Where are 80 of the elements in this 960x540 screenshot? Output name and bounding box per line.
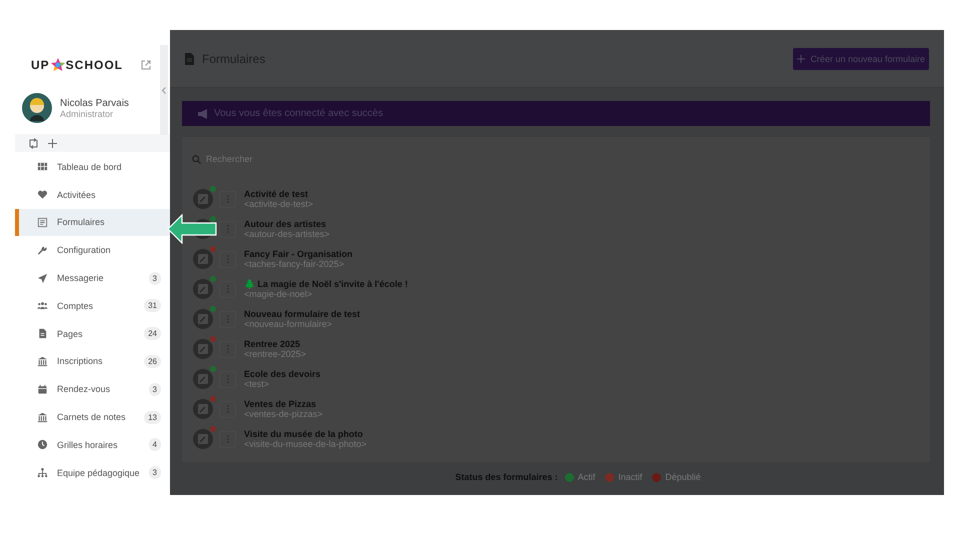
edit-form-icon bbox=[192, 308, 214, 330]
nav-label: Equipe pédagogique bbox=[56, 468, 140, 478]
more-options-button[interactable] bbox=[219, 280, 236, 298]
more-options-button[interactable] bbox=[219, 430, 236, 448]
logo-text: UP bbox=[31, 58, 50, 72]
user-role: Administrator bbox=[60, 108, 114, 118]
document-icon bbox=[37, 328, 48, 340]
count-badge: 3 bbox=[148, 466, 161, 480]
avatar bbox=[22, 93, 52, 123]
nav-label: Comptes bbox=[57, 300, 94, 311]
nav-item[interactable]: Formulaires bbox=[15, 208, 170, 236]
plus-icon[interactable] bbox=[48, 138, 57, 148]
clock-icon bbox=[37, 439, 48, 450]
count-badge: 31 bbox=[144, 299, 161, 312]
nav-item[interactable]: Rendez-vous 3 bbox=[15, 375, 170, 404]
nav-item[interactable]: Pages 24 bbox=[15, 320, 170, 348]
nav-item[interactable]: Equipe pédagogique 3 bbox=[15, 458, 170, 487]
paper-plane-icon bbox=[37, 272, 48, 284]
heart-icon bbox=[37, 189, 48, 200]
more-options-button[interactable] bbox=[219, 190, 236, 208]
nav-label: Tableau de bord bbox=[57, 162, 123, 172]
more-options-button[interactable] bbox=[219, 250, 236, 268]
count-badge: 26 bbox=[144, 354, 161, 368]
nav-label: Pages bbox=[57, 328, 84, 339]
chevron-left-icon bbox=[162, 86, 166, 94]
arrow-annotation bbox=[167, 214, 217, 244]
nav-item[interactable]: Inscriptions 26 bbox=[15, 348, 170, 376]
edit-form-icon bbox=[192, 398, 214, 420]
edit-form-icon bbox=[192, 188, 214, 210]
logo-text: SCHOOL bbox=[66, 58, 124, 72]
edit-form-icon bbox=[192, 428, 214, 450]
nav-item[interactable]: Configuration bbox=[15, 236, 170, 264]
edit-form-icon bbox=[192, 338, 214, 360]
count-badge: 24 bbox=[144, 327, 161, 340]
search-icon bbox=[192, 154, 201, 164]
document-icon bbox=[185, 52, 194, 64]
collapse-tab[interactable] bbox=[160, 45, 168, 135]
more-options-button[interactable] bbox=[219, 370, 236, 388]
edit-form-icon bbox=[192, 278, 214, 300]
grid-icon bbox=[37, 161, 48, 172]
hierarchy-icon bbox=[37, 467, 48, 478]
count-badge: 4 bbox=[148, 438, 161, 452]
more-options-button[interactable] bbox=[219, 340, 236, 358]
nav-item[interactable]: Carnets de notes 13 bbox=[15, 403, 170, 431]
star-logo-icon bbox=[50, 58, 65, 72]
nav-label: Rendez-vous bbox=[57, 384, 112, 394]
nav-item[interactable]: Activitées bbox=[15, 180, 170, 209]
legend-text: Inactif bbox=[618, 472, 642, 482]
nav-label: Carnets de notes bbox=[57, 412, 127, 422]
nav-item[interactable]: Tableau de bord bbox=[15, 153, 170, 181]
wrench-icon bbox=[37, 244, 48, 256]
users-icon bbox=[37, 300, 48, 312]
nav-label: Activitées bbox=[57, 190, 97, 200]
plus-icon bbox=[797, 54, 806, 62]
nav-item[interactable]: Comptes 31 bbox=[15, 292, 170, 320]
nav-label: Formulaires bbox=[57, 217, 106, 228]
nav-label: Inscriptions bbox=[57, 356, 104, 366]
user-name: Nicolas Parvais bbox=[60, 98, 129, 108]
more-options-button[interactable] bbox=[219, 310, 236, 328]
legend-text: Dépublié bbox=[665, 472, 701, 482]
count-badge: 13 bbox=[144, 410, 161, 424]
calendar-icon bbox=[37, 384, 48, 395]
more-options-button[interactable] bbox=[219, 400, 236, 418]
external-link-icon[interactable] bbox=[141, 60, 152, 70]
form-icon bbox=[37, 216, 48, 228]
nav-label: Messagerie bbox=[57, 273, 105, 284]
megaphone-icon bbox=[198, 108, 209, 118]
nav-label: Grilles horaires bbox=[57, 440, 119, 450]
edit-form-icon bbox=[192, 368, 214, 390]
legend-text: Actif bbox=[578, 472, 596, 482]
count-badge: 3 bbox=[148, 382, 161, 396]
nav-item[interactable]: Grilles horaires 4 bbox=[15, 430, 170, 459]
more-options-button[interactable] bbox=[219, 220, 236, 238]
nav-label: Configuration bbox=[57, 245, 112, 256]
repeat-icon[interactable] bbox=[28, 138, 39, 148]
edit-form-icon bbox=[192, 248, 214, 270]
bank-icon bbox=[37, 356, 48, 367]
bank-icon bbox=[37, 412, 48, 423]
nav-item[interactable]: Messagerie 3 bbox=[15, 264, 170, 292]
count-badge: 3 bbox=[148, 272, 161, 285]
